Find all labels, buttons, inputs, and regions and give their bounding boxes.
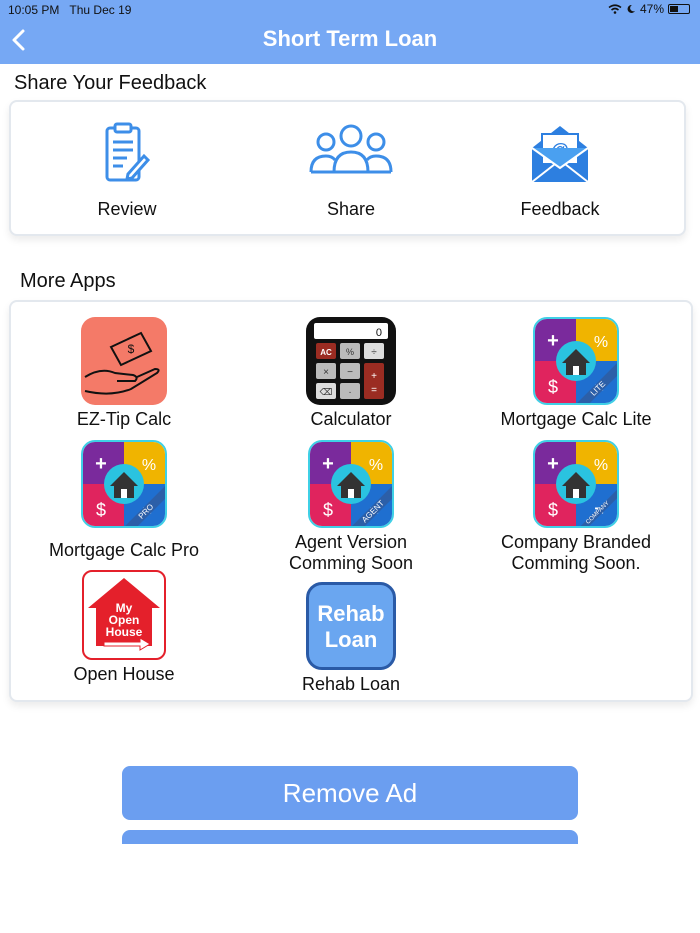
tip-hand-graphic: $ xyxy=(84,331,160,395)
more-apps-section-title: More Apps xyxy=(20,270,116,292)
status-indicators: 47% xyxy=(608,2,690,16)
mortgage-house-icon: + % $ = AGENT xyxy=(308,440,394,528)
app-ez-tip-calc[interactable]: $ EZ-Tip Calc xyxy=(14,317,234,430)
mortgage-calc-pro-label: Mortgage Calc Pro xyxy=(48,540,200,560)
mortgage-quadrants: + % $ = xyxy=(310,442,392,526)
status-bar: 10:05 PM Thu Dec 19 47% xyxy=(0,0,700,18)
dollar-symbol: $ xyxy=(323,500,333,520)
rehab-line1: Rehab xyxy=(317,601,384,626)
mortgage-house-icon: + % $ = COMPANY xyxy=(533,440,619,528)
feedback-card: Review Share @ Feedback xyxy=(9,100,686,236)
app-mortgage-calc-pro[interactable]: + % $ = PRO Mortgage Calc Pro xyxy=(14,440,234,561)
percent-symbol: % xyxy=(142,457,156,474)
open-house-icon: My Open House xyxy=(82,570,166,660)
status-clock: 10:05 PM xyxy=(8,3,60,17)
open-house-label: Open House xyxy=(73,664,175,684)
battery-icon xyxy=(668,4,690,14)
review-button[interactable]: Review xyxy=(57,122,197,220)
feedback-button[interactable]: @ Feedback xyxy=(490,122,630,220)
dollar-symbol: $ xyxy=(548,377,558,397)
feedback-label: Feedback xyxy=(520,199,600,219)
mortgage-quadrants: + % $ = xyxy=(535,442,617,526)
rehab-line2: Loan xyxy=(325,627,378,652)
people-icon xyxy=(309,124,393,174)
mortgage-calc-lite-label: Mortgage Calc Lite xyxy=(500,409,652,429)
remove-ad-button[interactable]: Remove Ad xyxy=(122,766,578,820)
feedback-section-title: Share Your Feedback xyxy=(14,72,207,94)
plus-symbol: + xyxy=(547,453,559,475)
mortgage-quadrants: + % $ = xyxy=(83,442,165,526)
rehab-loan-graphic: Rehab Loan xyxy=(317,601,384,652)
ez-tip-calc-label: EZ-Tip Calc xyxy=(76,409,172,429)
battery-percent: 47% xyxy=(639,2,664,16)
email-icon: @ xyxy=(531,126,589,183)
agent-version-label: Agent Version Comming Soon xyxy=(288,532,414,573)
app-rehab-loan[interactable]: Rehab Loan Rehab Loan xyxy=(241,582,461,695)
calc-key-multiply: × xyxy=(323,367,329,378)
calc-key-decimal: · xyxy=(348,387,351,398)
open-house-graphic: My Open House xyxy=(88,578,160,651)
wifi-icon xyxy=(608,4,622,14)
page-title: Short Term Loan xyxy=(262,26,438,51)
clipboard-icon xyxy=(105,122,151,182)
mortgage-quadrants: + % $ = xyxy=(535,319,617,403)
calc-key-ac: AC xyxy=(320,348,332,357)
percent-symbol: % xyxy=(369,457,383,474)
share-button[interactable]: Share xyxy=(281,122,421,220)
share-label: Share xyxy=(326,199,376,219)
mortgage-house-icon: + % $ = PRO xyxy=(81,440,167,528)
status-date: Thu Dec 19 xyxy=(69,3,132,17)
plus-symbol: + xyxy=(322,453,334,475)
rehab-loan-icon: Rehab Loan xyxy=(306,582,396,670)
calculator-graphic: 0 AC % ÷ × − + = ⌫ · xyxy=(314,323,388,399)
plus-symbol: + xyxy=(95,453,107,475)
more-apps-card: $ EZ-Tip Calc 0 AC % ÷ × − + = ⌫ · Calcu… xyxy=(9,300,693,702)
percent-symbol: % xyxy=(594,334,608,351)
secondary-button-partial[interactable] xyxy=(122,830,578,844)
calc-key-equals: = xyxy=(371,385,377,396)
app-calculator[interactable]: 0 AC % ÷ × − + = ⌫ · Calculator xyxy=(241,317,461,430)
dollar-symbol: $ xyxy=(548,500,558,520)
rehab-loan-label: Rehab Loan xyxy=(301,674,401,694)
moon-icon xyxy=(627,4,635,13)
mortgage-house-icon: + % $ = LITE xyxy=(533,317,619,405)
battery-level xyxy=(670,6,679,12)
app-agent-version[interactable]: + % $ = AGENT Agent Version Comming Soon xyxy=(241,440,461,574)
calc-key-minus: − xyxy=(347,367,353,378)
nav-header: 10:05 PM Thu Dec 19 47% Short Term Loan xyxy=(0,0,700,64)
plus-symbol: + xyxy=(547,330,559,352)
calc-key-percent: % xyxy=(346,347,354,357)
calculator-label: Calculator xyxy=(310,409,392,429)
calc-key-divide: ÷ xyxy=(371,347,377,358)
app-company-branded[interactable]: + % $ = COMPANY Company Branded Comming … xyxy=(466,440,686,574)
dollar-symbol: $ xyxy=(96,500,106,520)
calc-display: 0 xyxy=(376,327,382,339)
review-label: Review xyxy=(97,199,157,219)
calculator-icon: 0 AC % ÷ × − + = ⌫ · xyxy=(306,317,396,405)
status-time: 10:05 PM Thu Dec 19 xyxy=(8,3,131,17)
app-open-house[interactable]: My Open House Open House xyxy=(14,570,234,685)
calc-key-plus: + xyxy=(371,371,377,382)
calc-key-backspace: ⌫ xyxy=(319,388,333,398)
tip-dollar-sign: $ xyxy=(128,342,135,356)
company-branded-label: Company Branded Comming Soon. xyxy=(500,532,652,573)
tip-hand-icon: $ xyxy=(81,317,167,405)
open-house-line3: House xyxy=(106,625,143,639)
percent-symbol: % xyxy=(594,457,608,474)
app-mortgage-calc-lite[interactable]: + % $ = LITE Mortgage Calc Lite xyxy=(466,317,686,430)
